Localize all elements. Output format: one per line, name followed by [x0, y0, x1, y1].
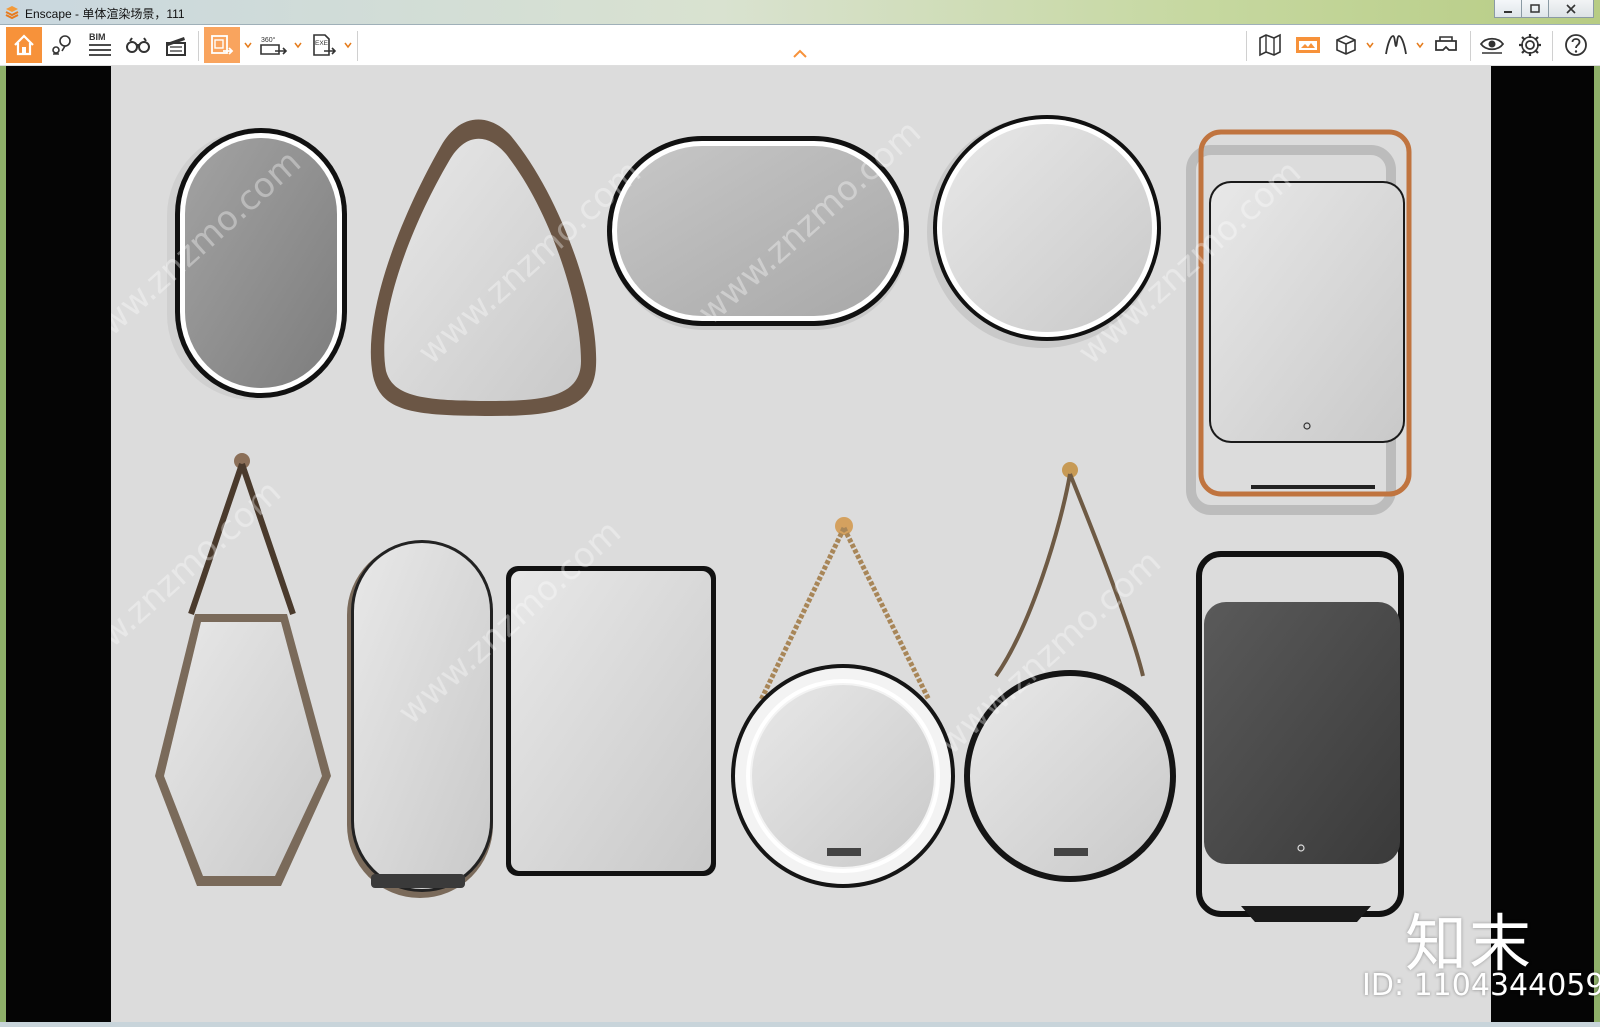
settings-gear-icon [1519, 34, 1541, 56]
location-button[interactable] [44, 27, 80, 63]
home-button[interactable] [6, 27, 42, 63]
eye-visual-settings-icon [1479, 37, 1505, 54]
svg-text:BIM: BIM [89, 32, 106, 42]
window-controls [1494, 0, 1594, 18]
render-export-button[interactable] [204, 27, 240, 63]
settings-button[interactable] [1512, 27, 1548, 63]
video-editor-button[interactable] [158, 27, 194, 63]
chevron-down-icon[interactable] [294, 41, 302, 49]
chevron-down-icon[interactable] [344, 41, 352, 49]
enscape-logo-icon [5, 6, 19, 20]
toolbar-separator [1470, 31, 1471, 61]
chevron-down-icon[interactable] [1366, 41, 1374, 49]
image-id-label: ID: 1104344059 [1362, 968, 1600, 1003]
exe-export-button[interactable]: EXE [306, 27, 342, 63]
minimize-icon [1504, 10, 1512, 13]
maximize-icon [1530, 3, 1540, 13]
panorama-button[interactable]: 360° [256, 27, 292, 63]
binoculars-button[interactable] [120, 27, 156, 63]
window-bottom-edge [0, 1022, 1600, 1027]
bim-button[interactable]: BIM [82, 27, 118, 63]
window-titlebar: Enscape - 单体渲染场景，111 [0, 0, 1600, 25]
render-export-icon [211, 35, 234, 55]
panorama-360-icon: 360° [260, 36, 288, 55]
chevron-down-icon[interactable] [244, 41, 252, 49]
map-icon [1259, 33, 1281, 57]
asset-library-button[interactable] [1290, 27, 1326, 63]
mirror-scene: www.znzmo.com www.znzmo.com www.znzmo.co… [111, 66, 1491, 1024]
location-pin-icon [52, 35, 71, 55]
cube-icon [1336, 35, 1356, 55]
minimize-button[interactable] [1494, 0, 1522, 18]
toolbar-separator [1552, 31, 1553, 61]
clapperboard-icon [166, 37, 186, 56]
visual-settings-button[interactable] [1474, 27, 1510, 63]
render-viewport[interactable]: www.znzmo.com www.znzmo.com www.znzmo.co… [111, 66, 1491, 1024]
close-button[interactable] [1548, 0, 1594, 18]
toolbar-separator [198, 31, 199, 61]
svg-text:EXE: EXE [315, 40, 329, 47]
help-icon [1565, 34, 1587, 56]
material-icon [1385, 35, 1407, 55]
exe-export-icon: EXE [313, 34, 337, 56]
asset-library-icon [1296, 37, 1320, 53]
toolbar-separator [357, 31, 358, 61]
chevron-down-icon[interactable] [1416, 41, 1424, 49]
maximize-button[interactable] [1521, 0, 1549, 18]
map-button[interactable] [1252, 27, 1288, 63]
toolbar-separator [1246, 31, 1247, 61]
svg-text:360°: 360° [261, 36, 276, 44]
cube-button[interactable] [1328, 27, 1364, 63]
collapse-toolbar-chevron-icon[interactable] [792, 48, 808, 60]
close-icon [1566, 3, 1576, 14]
binoculars-icon [126, 37, 150, 53]
vr-headset-button[interactable] [1428, 27, 1464, 63]
help-button[interactable] [1558, 27, 1594, 63]
vr-headset-icon [1435, 36, 1457, 51]
material-button[interactable] [1378, 27, 1414, 63]
bim-icon: BIM [89, 32, 111, 56]
home-icon [14, 34, 34, 56]
window-title: Enscape - 单体渲染场景，111 [25, 7, 185, 21]
